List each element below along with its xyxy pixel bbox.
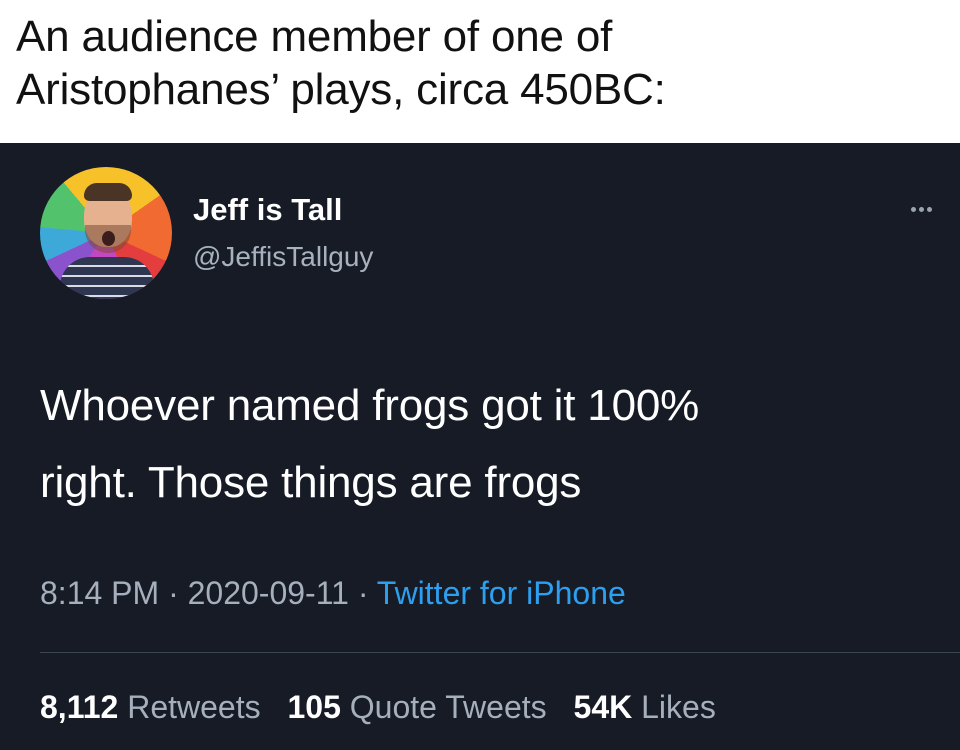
tweet-text-line-1: Whoever named frogs got it 100% [40, 381, 700, 430]
tweet-divider [40, 652, 960, 653]
tweet-text-line-2: right. Those things are frogs [40, 458, 582, 507]
more-dot-icon [910, 206, 916, 212]
tweet-stats: 8,112 Retweets 105 Quote Tweets 54K Like… [40, 687, 734, 727]
retweets-label: Retweets [127, 689, 261, 725]
more-options-icon[interactable] [900, 197, 942, 221]
caption-line-1: An audience member of one of [16, 12, 613, 61]
tweet-card[interactable]: Jeff is Tall @JeffisTallguy Whoever name… [0, 143, 960, 750]
tweet-time[interactable]: 8:14 PM [40, 575, 159, 611]
avatar-mouth [102, 231, 115, 246]
quote-tweets-stat[interactable]: 105 Quote Tweets [287, 687, 546, 727]
avatar-shirt [60, 257, 154, 299]
meme-caption: An audience member of one of Aristophane… [0, 0, 960, 143]
more-dot-icon [926, 206, 932, 212]
likes-label: Likes [641, 689, 716, 725]
more-dot-icon [918, 206, 924, 212]
caption-line-2: Aristophanes’ plays, circa 450BC: [16, 65, 666, 114]
user-handle[interactable]: @JeffisTallguy [193, 239, 373, 275]
tweet-date[interactable]: 2020-09-11 [188, 575, 349, 611]
meta-separator: · [348, 575, 377, 611]
tweet-meta: 8:14 PM · 2020-09-11 · Twitter for iPhon… [40, 573, 626, 613]
quote-tweets-count: 105 [287, 689, 341, 725]
tweet-text: Whoever named frogs got it 100% right. T… [40, 367, 920, 521]
likes-count: 54K [573, 689, 633, 725]
display-name[interactable]: Jeff is Tall [193, 191, 342, 229]
likes-stat[interactable]: 54K Likes [574, 687, 716, 727]
quote-tweets-label: Quote Tweets [349, 689, 547, 725]
meta-separator: · [159, 575, 188, 611]
tweet-source-link[interactable]: Twitter for iPhone [377, 575, 626, 611]
avatar-hair [84, 183, 132, 201]
retweets-count: 8,112 [40, 689, 119, 725]
retweets-stat[interactable]: 8,112 Retweets [40, 687, 261, 727]
profile-avatar[interactable] [40, 167, 172, 299]
